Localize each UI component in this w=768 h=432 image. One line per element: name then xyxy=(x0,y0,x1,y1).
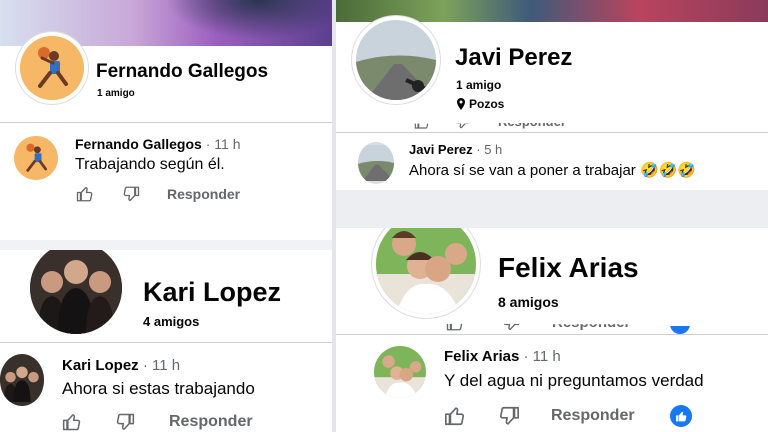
profile-avatar[interactable] xyxy=(20,36,84,100)
family-photo xyxy=(30,250,122,334)
road-photo xyxy=(358,145,394,181)
profile-avatar[interactable] xyxy=(376,228,476,314)
friends-count[interactable]: 1 amigo xyxy=(97,88,135,99)
panel-javi: Javi Perez 1 amigo Pozos Responder Javi … xyxy=(336,0,768,190)
divider xyxy=(336,334,768,335)
comment-time[interactable]: 11 h xyxy=(152,357,180,374)
cut-reply-label: Responder xyxy=(552,314,631,331)
comment-avatar[interactable] xyxy=(374,346,426,398)
reply-button[interactable]: Responder xyxy=(167,186,240,202)
comment-text: Trabajando según él. xyxy=(75,156,225,173)
comment-time[interactable]: 11 h xyxy=(533,348,561,365)
dislike-icon xyxy=(123,186,140,202)
like-icon xyxy=(446,323,463,331)
dislike-icon xyxy=(456,123,470,129)
cut-dislike-icon xyxy=(454,123,470,130)
like-button[interactable] xyxy=(444,405,466,427)
profile-name[interactable]: Javi Perez xyxy=(455,44,572,72)
comment-time[interactable]: 11 h xyxy=(214,136,240,152)
reply-button[interactable]: Responder xyxy=(551,407,635,425)
comment-avatar[interactable] xyxy=(0,354,44,406)
comment-header: Fernando Gallegos · 11 h xyxy=(75,136,240,152)
friends-count[interactable]: 1 amigo xyxy=(456,78,501,92)
family-photo xyxy=(0,358,44,402)
avatar-illustration xyxy=(14,136,58,180)
separator-dot: · xyxy=(205,136,211,152)
like-icon xyxy=(76,186,93,202)
divider xyxy=(336,132,768,133)
dislike-button[interactable] xyxy=(122,185,140,203)
cut-reply-label: Responder xyxy=(498,114,566,129)
divider xyxy=(0,342,335,343)
family-photo xyxy=(374,346,426,398)
like-button[interactable] xyxy=(76,185,94,203)
dislike-icon xyxy=(500,406,519,425)
like-icon xyxy=(445,407,464,426)
panel-felix: Felix Arias 8 amigos Responder Felix Ari… xyxy=(336,228,768,432)
cut-like-icon xyxy=(446,323,464,332)
comment-avatar[interactable] xyxy=(358,142,394,184)
separator-dot: · xyxy=(142,357,148,374)
dislike-button[interactable] xyxy=(498,405,520,427)
panel-gap xyxy=(0,240,332,250)
profile-avatar[interactable] xyxy=(356,20,436,100)
cut-like-icon xyxy=(414,123,430,130)
panel-fernando: Fernando Gallegos 1 amigo Fernando Galle… xyxy=(0,0,332,240)
cover-photo xyxy=(336,0,768,22)
location: Pozos xyxy=(456,97,504,111)
comment-header: Kari Lopez · 11 h xyxy=(62,357,180,374)
comment-author[interactable]: Felix Arias xyxy=(444,348,519,365)
dislike-icon xyxy=(503,323,520,331)
blue-like-reaction-icon[interactable] xyxy=(670,405,692,427)
location-text: Pozos xyxy=(469,97,505,111)
dislike-icon xyxy=(116,413,135,430)
comment-text: Y del agua ni preguntamos verdad xyxy=(444,371,704,390)
dislike-button[interactable] xyxy=(115,412,135,432)
comment-time[interactable]: 5 h xyxy=(484,142,502,157)
reply-button[interactable]: Responder xyxy=(169,413,253,431)
road-photo xyxy=(356,20,436,100)
comment-avatar[interactable] xyxy=(14,136,58,180)
like-icon xyxy=(414,123,429,129)
profile-name[interactable]: Felix Arias xyxy=(498,252,639,284)
family-photo xyxy=(376,228,476,314)
profile-avatar[interactable] xyxy=(30,250,122,334)
panel-gap xyxy=(336,190,768,228)
like-icon xyxy=(62,414,81,431)
comment-text: Ahora si estas trabajando xyxy=(62,379,255,398)
panel-kari: Kari Lopez 4 amigos Kari Lopez · 11 h Ah… xyxy=(0,250,335,432)
comment-author[interactable]: Kari Lopez xyxy=(62,357,139,374)
profile-name[interactable]: Kari Lopez xyxy=(143,277,281,308)
cut-blue-like xyxy=(670,326,690,334)
divider xyxy=(0,122,332,123)
separator-dot: · xyxy=(523,348,529,365)
friends-count[interactable]: 4 amigos xyxy=(143,314,199,329)
separator-dot: · xyxy=(476,142,481,157)
cut-dislike-icon xyxy=(502,323,520,332)
friends-count[interactable]: 8 amigos xyxy=(498,294,559,310)
comment-header: Felix Arias · 11 h xyxy=(444,348,561,365)
comment-text: Ahora sí se van a poner a trabajar 🤣🤣🤣 xyxy=(409,162,696,179)
location-pin-icon xyxy=(457,98,465,110)
like-icon xyxy=(675,411,686,421)
avatar-illustration xyxy=(20,36,84,100)
profile-name[interactable]: Fernando Gallegos xyxy=(96,61,268,83)
like-button[interactable] xyxy=(62,412,82,432)
comment-header: Javi Perez · 5 h xyxy=(409,142,502,157)
comment-author[interactable]: Fernando Gallegos xyxy=(75,136,202,152)
comment-author[interactable]: Javi Perez xyxy=(409,142,473,157)
